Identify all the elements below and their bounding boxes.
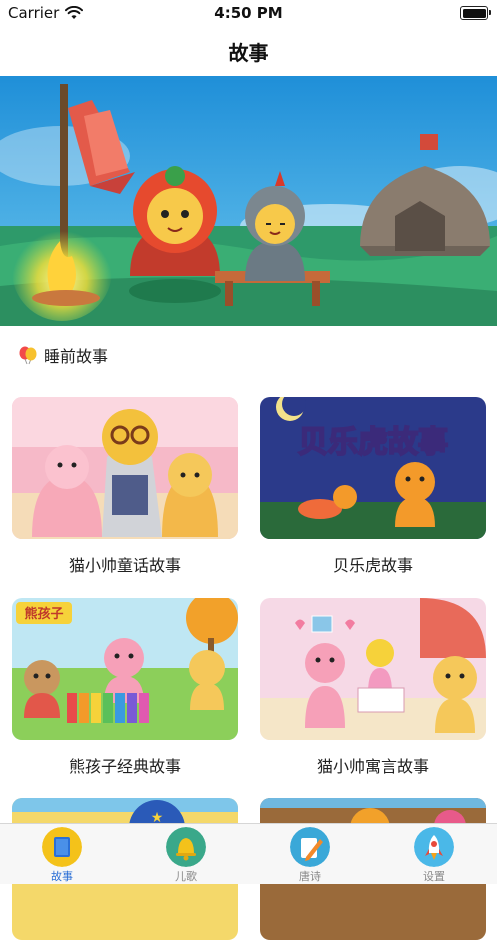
page-title: 故事	[228, 40, 269, 65]
story-thumbnail: 熊孩子	[12, 598, 238, 740]
section-header: 睡前故事	[18, 343, 108, 367]
tab-poems[interactable]: 唐诗	[248, 824, 372, 884]
story-thumbnail	[260, 598, 486, 740]
story-thumbnail	[12, 397, 238, 539]
status-time: 4:50 PM	[214, 4, 283, 22]
story-thumbnail: 贝乐虎故事	[260, 397, 486, 539]
story-title: 猫小帅寓言故事	[316, 757, 429, 776]
balloon-icon	[19, 346, 37, 365]
pencil-icon	[290, 827, 330, 867]
banner-carousel[interactable]	[0, 76, 497, 326]
story-card[interactable]: 猫小帅童话故事	[12, 397, 238, 576]
rocket-icon	[414, 827, 454, 867]
tab-label: 唐诗	[299, 870, 321, 883]
tab-label: 故事	[51, 870, 73, 883]
card-art-text: 熊孩子	[24, 606, 63, 622]
status-bar: Carrier 4:50 PM	[0, 0, 497, 26]
tab-songs[interactable]: 儿歌	[124, 824, 248, 884]
tab-label: 儿歌	[175, 870, 197, 883]
tab-bar: 故事 儿歌 唐诗 设置	[0, 823, 497, 884]
story-title: 贝乐虎故事	[332, 556, 413, 575]
navigation-bar: 故事	[0, 26, 497, 76]
story-card[interactable]: 熊孩子 熊孩子经典故事	[12, 598, 238, 777]
battery-icon	[460, 6, 491, 20]
section-title: 睡前故事	[44, 347, 109, 366]
story-card[interactable]: 贝乐虎故事 贝乐虎故事	[260, 397, 486, 576]
book-icon	[42, 827, 82, 867]
story-title: 熊孩子经典故事	[68, 757, 181, 776]
tab-settings[interactable]: 设置	[372, 824, 496, 884]
tab-label: 设置	[423, 870, 445, 883]
story-title: 猫小帅童话故事	[68, 556, 181, 575]
card-art-text: 贝乐虎故事	[298, 425, 448, 460]
tab-stories[interactable]: 故事	[0, 824, 124, 884]
bell-icon	[166, 827, 206, 867]
banner-illustration	[0, 76, 497, 326]
story-card[interactable]: 猫小帅寓言故事	[260, 598, 486, 777]
